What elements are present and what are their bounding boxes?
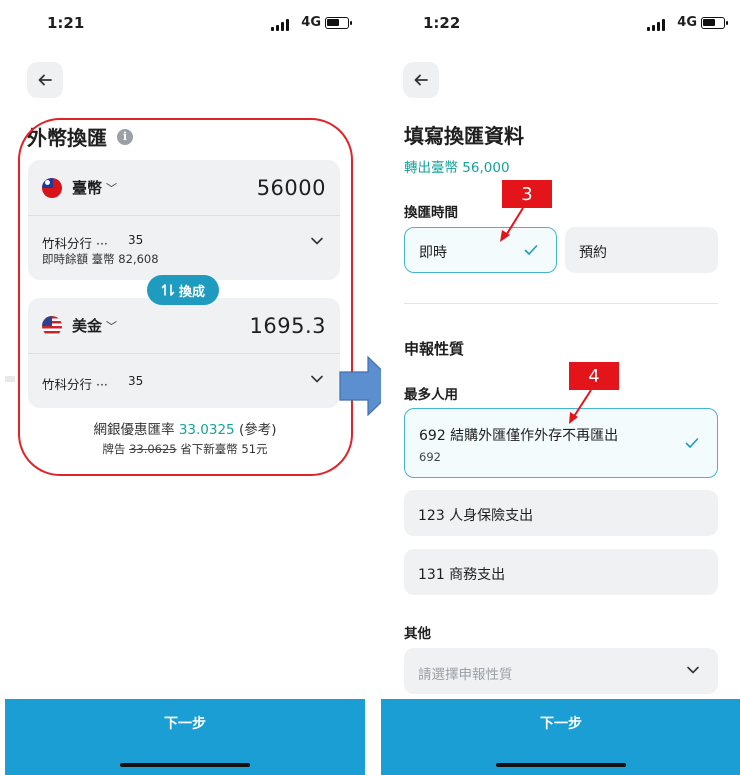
battery-icon: [325, 17, 352, 29]
status-bar: 1:21 4G: [5, 12, 365, 36]
status-time: 1:22: [423, 14, 461, 32]
right-phone-screen: 1:22 4G 填寫換匯資料 轉出臺幣 56,000 換匯時間 即時 預約 申報…: [381, 0, 740, 775]
back-button[interactable]: [403, 62, 439, 98]
next-step-label: 下一步: [540, 716, 582, 732]
status-time: 1:21: [47, 14, 85, 32]
nature-option-label: 131 商務支出: [418, 567, 506, 583]
page-title: 填寫換匯資料: [404, 124, 524, 148]
nature-option-131[interactable]: 131 商務支出: [404, 549, 718, 595]
arrow-left-icon: [38, 74, 52, 86]
battery-icon: [701, 17, 728, 29]
network-label: 4G: [677, 15, 697, 30]
step-3-badge: 3: [502, 180, 552, 208]
arrow-left-icon: [414, 74, 428, 86]
time-option-label: 預約: [579, 245, 607, 261]
declaration-nature-label: 申報性質: [404, 340, 465, 358]
time-option-instant[interactable]: 即時: [404, 227, 557, 273]
nature-option-label: 123 人身保險支出: [418, 508, 534, 524]
nature-option-label: 692 結購外匯僅作外存不再匯出: [419, 428, 619, 444]
left-phone-screen: 1:21 4G 外幣換匯 i 臺幣 ﹀ 56000 竹科分行 ··· 35 即時…: [5, 0, 365, 775]
other-label: 其他: [404, 626, 431, 642]
back-button[interactable]: [27, 62, 63, 98]
nature-option-123[interactable]: 123 人身保險支出: [404, 490, 718, 536]
time-option-scheduled[interactable]: 預約: [565, 227, 718, 273]
highlight-circle: [18, 118, 353, 476]
home-indicator: [120, 763, 250, 767]
next-step-label: 下一步: [164, 716, 206, 732]
nature-select[interactable]: 請選擇申報性質: [404, 648, 718, 694]
next-step-button[interactable]: 下一步: [381, 699, 740, 775]
signal-icon: [271, 19, 289, 31]
status-bar: 1:22 4G: [381, 12, 740, 36]
divider: [5, 376, 15, 382]
next-step-button[interactable]: 下一步: [5, 699, 365, 775]
step-4-badge: 4: [569, 362, 619, 390]
chevron-down-icon: [687, 666, 699, 674]
home-indicator: [496, 763, 626, 767]
nature-option-692[interactable]: 692 結購外匯僅作外存不再匯出 692: [404, 408, 718, 478]
network-label: 4G: [301, 15, 321, 30]
transfer-amount: 轉出臺幣 56,000: [404, 160, 510, 176]
most-used-label: 最多人用: [404, 387, 458, 403]
section-divider: [404, 303, 718, 304]
nature-option-code: 692: [419, 450, 441, 464]
signal-icon: [647, 19, 665, 31]
check-icon: [685, 438, 699, 449]
check-icon: [524, 245, 538, 256]
time-option-label: 即時: [419, 245, 447, 261]
exchange-time-label: 換匯時間: [404, 205, 458, 221]
nature-select-placeholder: 請選擇申報性質: [418, 667, 513, 683]
